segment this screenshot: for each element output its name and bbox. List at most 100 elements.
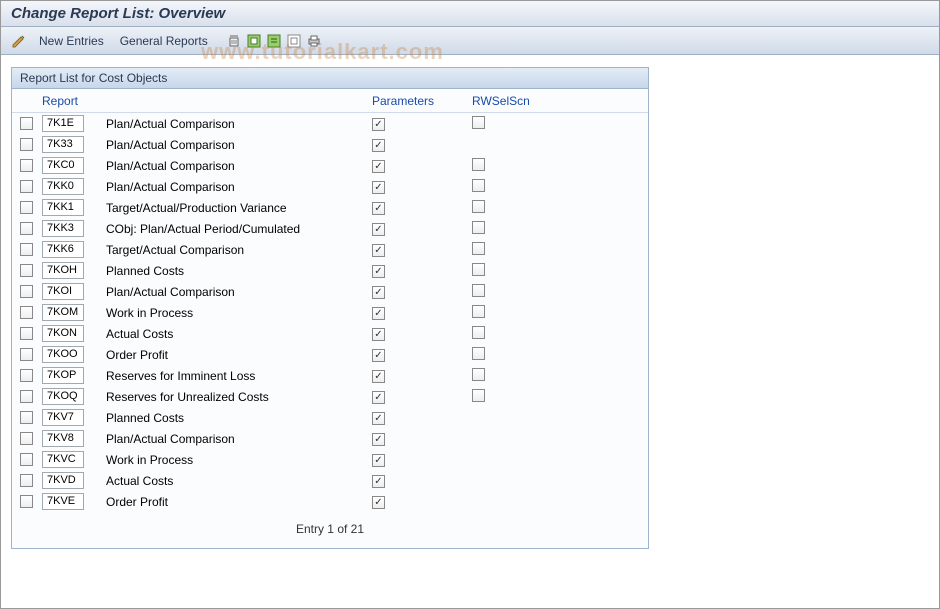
row-select-checkbox[interactable] xyxy=(20,432,33,445)
row-select-checkbox[interactable] xyxy=(20,138,33,151)
parameters-checkbox[interactable] xyxy=(372,286,385,299)
parameters-checkbox[interactable] xyxy=(372,496,385,509)
row-select-checkbox[interactable] xyxy=(20,222,33,235)
report-code[interactable]: 7KVE xyxy=(42,493,84,510)
row-select-checkbox[interactable] xyxy=(20,327,33,340)
rwselscn-checkbox[interactable] xyxy=(472,221,485,234)
parameters-checkbox[interactable] xyxy=(372,202,385,215)
report-code[interactable]: 7KK1 xyxy=(42,199,84,216)
report-code[interactable]: 7KOI xyxy=(42,283,84,300)
report-code[interactable]: 7KC0 xyxy=(42,157,84,174)
row-select-checkbox[interactable] xyxy=(20,453,33,466)
report-code[interactable]: 7KOH xyxy=(42,262,84,279)
parameters-checkbox[interactable] xyxy=(372,391,385,404)
report-description: Work in Process xyxy=(102,306,362,320)
report-description: Plan/Actual Comparison xyxy=(102,180,362,194)
rwselscn-checkbox[interactable] xyxy=(472,305,485,318)
table-row: 7KVCWork in Process xyxy=(12,449,648,470)
rwselscn-checkbox[interactable] xyxy=(472,368,485,381)
report-code[interactable]: 7KVC xyxy=(42,451,84,468)
report-code[interactable]: 7K33 xyxy=(42,136,84,153)
new-entries-button[interactable]: New Entries xyxy=(35,32,108,50)
parameters-checkbox[interactable] xyxy=(372,181,385,194)
report-code[interactable]: 7KK6 xyxy=(42,241,84,258)
parameters-checkbox[interactable] xyxy=(372,244,385,257)
rwselscn-checkbox[interactable] xyxy=(472,158,485,171)
report-code[interactable]: 7KV8 xyxy=(42,430,84,447)
rwselscn-checkbox[interactable] xyxy=(472,200,485,213)
parameters-checkbox[interactable] xyxy=(372,454,385,467)
parameters-checkbox[interactable] xyxy=(372,118,385,131)
row-select-checkbox[interactable] xyxy=(20,411,33,424)
table-row: 7KK6 Target/Actual Comparison xyxy=(12,239,648,260)
rwselscn-checkbox[interactable] xyxy=(472,242,485,255)
row-select-checkbox[interactable] xyxy=(20,369,33,382)
parameters-checkbox[interactable] xyxy=(372,370,385,383)
table-row: 7KOM Work in Process xyxy=(12,302,648,323)
report-code[interactable]: 7KK3 xyxy=(42,220,84,237)
rwselscn-checkbox[interactable] xyxy=(472,347,485,360)
print-icon[interactable] xyxy=(306,33,322,49)
row-select-checkbox[interactable] xyxy=(20,180,33,193)
parameters-checkbox[interactable] xyxy=(372,328,385,341)
select-all-icon[interactable] xyxy=(246,33,262,49)
report-code[interactable]: 7KON xyxy=(42,325,84,342)
grid-body: 7K1E Plan/Actual Comparison 7K33 Plan/Actua… xyxy=(12,113,648,512)
report-description: Order Profit xyxy=(102,495,362,509)
rwselscn-checkbox[interactable] xyxy=(472,263,485,276)
report-code[interactable]: 7KV7 xyxy=(42,409,84,426)
parameters-checkbox[interactable] xyxy=(372,139,385,152)
col-header-report[interactable]: Report xyxy=(42,94,102,108)
select-block-icon[interactable] xyxy=(266,33,282,49)
table-row: 7KVE Order Profit xyxy=(12,491,648,512)
report-code[interactable]: 7KVD xyxy=(42,472,84,489)
row-select-checkbox[interactable] xyxy=(20,243,33,256)
rwselscn-checkbox[interactable] xyxy=(472,284,485,297)
report-code[interactable]: 7KOM xyxy=(42,304,84,321)
parameters-checkbox[interactable] xyxy=(372,433,385,446)
rwselscn-checkbox[interactable] xyxy=(472,179,485,192)
row-select-checkbox[interactable] xyxy=(20,306,33,319)
delete-icon[interactable] xyxy=(226,33,242,49)
report-code[interactable]: 7KOQ xyxy=(42,388,84,405)
rwselscn-checkbox[interactable] xyxy=(472,326,485,339)
parameters-checkbox[interactable] xyxy=(372,307,385,320)
row-select-checkbox[interactable] xyxy=(20,474,33,487)
report-code[interactable]: 7KK0 xyxy=(42,178,84,195)
col-header-parameters[interactable]: Parameters xyxy=(362,94,462,108)
parameters-checkbox[interactable] xyxy=(372,412,385,425)
grid-header: Report Parameters RWSelScn xyxy=(12,89,648,113)
row-select-checkbox[interactable] xyxy=(20,117,33,130)
row-select-checkbox[interactable] xyxy=(20,495,33,508)
parameters-checkbox[interactable] xyxy=(372,475,385,488)
row-select-checkbox[interactable] xyxy=(20,348,33,361)
report-description: Target/Actual/Production Variance xyxy=(102,201,362,215)
report-description: Actual Costs xyxy=(102,474,362,488)
rwselscn-checkbox[interactable] xyxy=(472,116,485,129)
col-header-rwselscn[interactable]: RWSelScn xyxy=(462,94,562,108)
report-code[interactable]: 7K1E xyxy=(42,115,84,132)
parameters-checkbox[interactable] xyxy=(372,223,385,236)
row-select-checkbox[interactable] xyxy=(20,159,33,172)
row-select-checkbox[interactable] xyxy=(20,264,33,277)
pencil-toggle-icon[interactable] xyxy=(11,33,27,49)
report-code[interactable]: 7KOP xyxy=(42,367,84,384)
table-row: 7KOQReserves for Unrealized Costs xyxy=(12,386,648,407)
deselect-all-icon[interactable] xyxy=(286,33,302,49)
row-select-checkbox[interactable] xyxy=(20,201,33,214)
parameters-checkbox[interactable] xyxy=(372,349,385,362)
table-row: 7KOIPlan/Actual Comparison xyxy=(12,281,648,302)
report-description: Plan/Actual Comparison xyxy=(102,159,362,173)
report-description: Actual Costs xyxy=(102,327,362,341)
report-code[interactable]: 7KOO xyxy=(42,346,84,363)
parameters-checkbox[interactable] xyxy=(372,160,385,173)
parameters-checkbox[interactable] xyxy=(372,265,385,278)
rwselscn-checkbox[interactable] xyxy=(472,389,485,402)
row-select-checkbox[interactable] xyxy=(20,285,33,298)
general-reports-button[interactable]: General Reports xyxy=(116,32,212,50)
report-description: Target/Actual Comparison xyxy=(102,243,362,257)
panel-title: Report List for Cost Objects xyxy=(12,68,648,89)
row-select-checkbox[interactable] xyxy=(20,390,33,403)
table-row: 7KC0 Plan/Actual Comparison xyxy=(12,155,648,176)
report-description: Planned Costs xyxy=(102,264,362,278)
